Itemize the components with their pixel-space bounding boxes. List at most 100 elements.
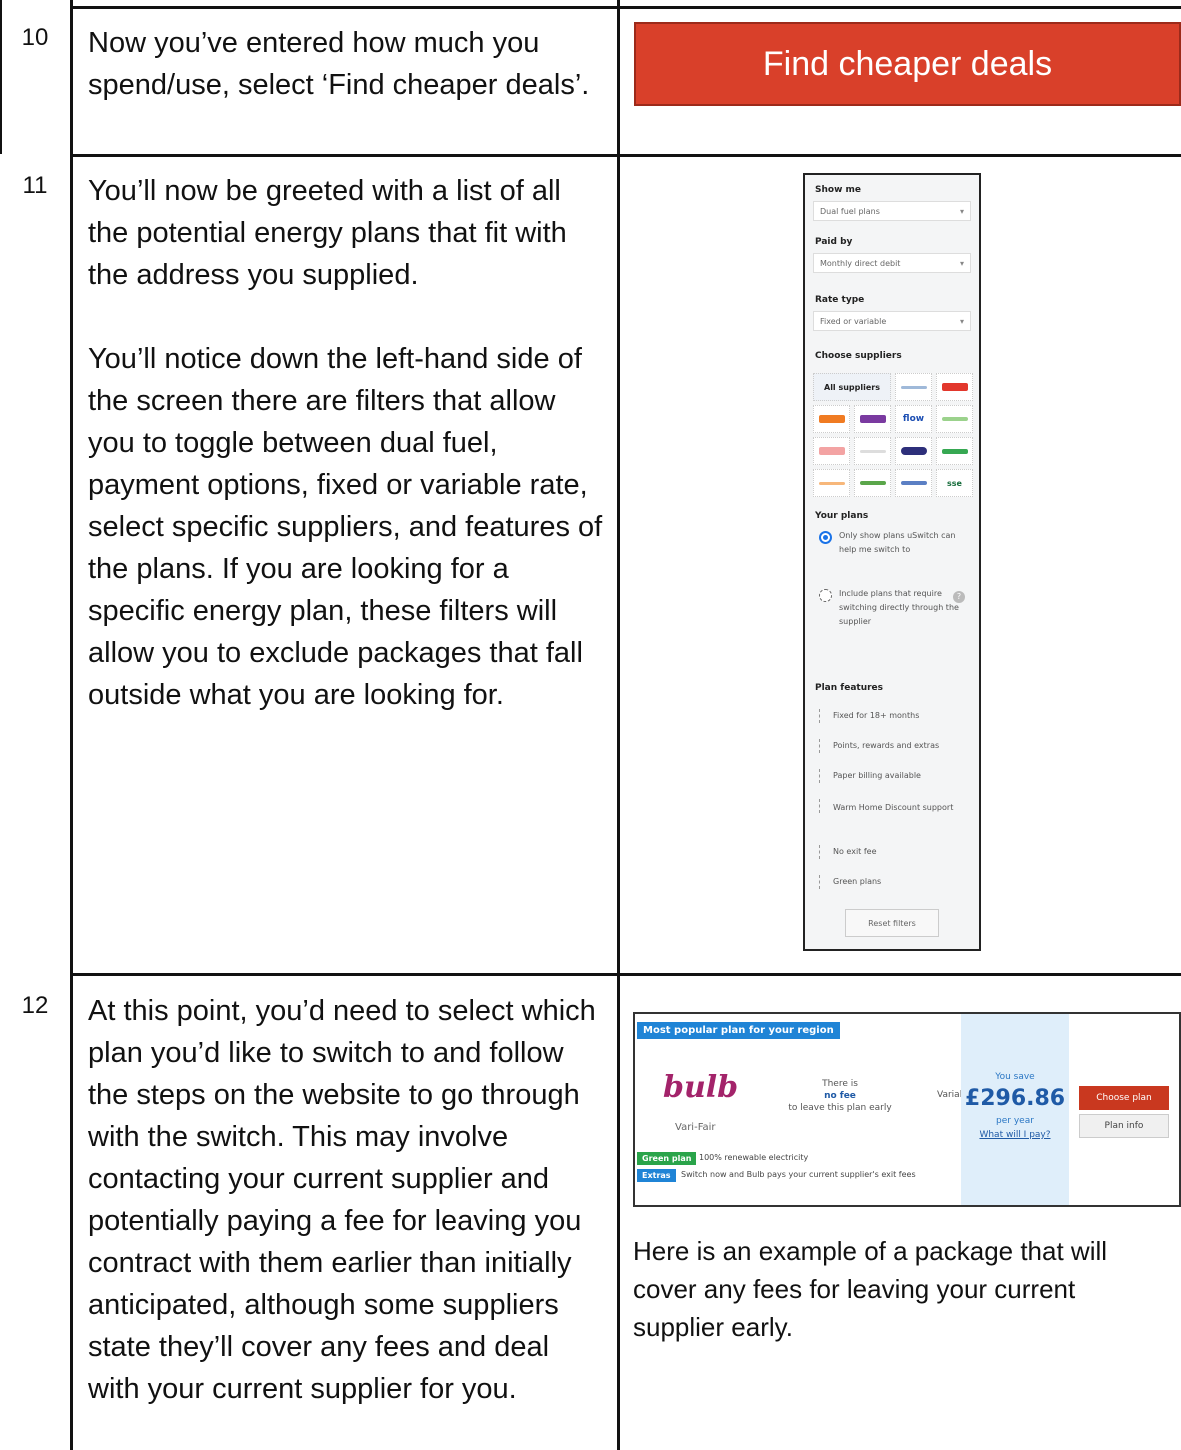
supplier-tile[interactable] xyxy=(854,469,891,497)
supplier-logo xyxy=(941,417,968,421)
supplier-tile[interactable] xyxy=(854,437,891,465)
chevron-down-icon: ▾ xyxy=(959,317,964,326)
feature-checkbox[interactable] xyxy=(819,739,830,753)
show-me-select[interactable]: Dual fuel plans ▾ xyxy=(813,201,971,221)
plans-option-radio[interactable] xyxy=(819,589,832,602)
step-text-12: At this point, you’d need to select whic… xyxy=(88,990,608,1410)
supplier-tile[interactable] xyxy=(854,405,891,433)
filters-panel: Show me Dual fuel plans ▾ Paid by Monthly… xyxy=(803,173,981,951)
reset-filters-button[interactable]: Reset filters xyxy=(845,909,939,937)
table-left-border xyxy=(70,0,73,1450)
supplier-tile[interactable] xyxy=(936,405,973,433)
fee-line-1: There is xyxy=(822,1079,858,1089)
exit-fee-info: There is no fee to leave this plan early xyxy=(775,1078,905,1114)
bulb-logo: bulb xyxy=(663,1070,739,1105)
supplier-logo: flow xyxy=(902,414,925,424)
savings-column: You save £296.86 per year What will I pa… xyxy=(961,1014,1069,1205)
green-plan-text: 100% renewable electricity xyxy=(699,1153,809,1162)
supplier-grid: All suppliers flow sse xyxy=(813,373,973,497)
supplier-tile-all[interactable]: All suppliers xyxy=(813,373,891,401)
supplier-logo xyxy=(859,415,886,423)
plans-option-radio[interactable] xyxy=(819,531,832,544)
show-me-heading: Show me xyxy=(815,185,862,195)
feature-checkbox[interactable] xyxy=(819,799,830,813)
supplier-tile[interactable] xyxy=(895,437,932,465)
supplier-tile[interactable]: sse xyxy=(936,469,973,497)
feature-checkbox[interactable] xyxy=(819,709,830,723)
feature-label: Points, rewards and extras xyxy=(833,741,940,750)
plan-caption: Here is an example of a package that wil… xyxy=(633,1236,1108,1342)
per-year-label: per year xyxy=(996,1116,1034,1126)
choose-suppliers-heading: Choose suppliers xyxy=(815,351,902,361)
you-save-label: You save xyxy=(995,1072,1035,1082)
supplier-logo xyxy=(941,448,968,454)
supplier-tile[interactable]: flow xyxy=(895,405,932,433)
row-divider-1 xyxy=(70,154,1181,157)
extras-tag: Extras xyxy=(637,1169,676,1182)
show-me-value: Dual fuel plans xyxy=(820,207,880,216)
feature-checkbox[interactable] xyxy=(819,875,830,889)
table-middle-border xyxy=(617,0,620,1450)
step-number-11: 11 xyxy=(22,172,48,199)
feature-checkbox[interactable] xyxy=(819,845,830,859)
supplier-logo xyxy=(900,385,927,389)
choose-plan-button[interactable]: Choose plan xyxy=(1079,1086,1169,1110)
popular-plan-tag: Most popular plan for your region xyxy=(637,1022,840,1039)
supplier-tile[interactable] xyxy=(813,405,850,433)
rate-type-select[interactable]: Fixed or variable ▾ xyxy=(813,311,971,331)
supplier-tile[interactable] xyxy=(895,373,932,401)
feature-label: Paper billing available xyxy=(833,771,921,780)
step-10-paragraph: Now you’ve entered how much you spend/us… xyxy=(88,27,590,101)
plans-option-label: Include plans that require switching dir… xyxy=(839,589,959,626)
feature-label: Green plans xyxy=(833,877,882,886)
feature-label: Warm Home Discount support xyxy=(833,803,954,812)
plan-info-button[interactable]: Plan info xyxy=(1079,1114,1169,1138)
plans-option-label: Only show plans uSwitch can help me swit… xyxy=(839,531,956,554)
plan-card: Most popular plan for your region bulb V… xyxy=(633,1012,1181,1207)
step-11-paragraph-2: You’ll notice down the left-hand side of… xyxy=(88,343,603,711)
supplier-logo xyxy=(859,481,886,485)
step-text-10: Now you’ve entered how much you spend/us… xyxy=(88,22,608,106)
supplier-logo xyxy=(900,481,927,485)
supplier-logo xyxy=(900,447,927,455)
plan-features-heading: Plan features xyxy=(815,683,883,693)
supplier-logo xyxy=(859,449,886,453)
fee-line-3: to leave this plan early xyxy=(788,1103,892,1113)
supplier-tile[interactable] xyxy=(895,469,932,497)
fee-line-2: no fee xyxy=(824,1091,856,1101)
chevron-down-icon: ▾ xyxy=(959,207,964,216)
row-divider-top xyxy=(70,6,1181,9)
your-plans-heading: Your plans xyxy=(815,511,869,521)
supplier-tile[interactable] xyxy=(936,437,973,465)
feature-label: Fixed for 18+ months xyxy=(833,711,920,720)
step-12-paragraph: At this point, you’d need to select whic… xyxy=(88,995,596,1405)
extras-text: Switch now and Bulb pays your current su… xyxy=(681,1170,916,1179)
help-icon[interactable]: ? xyxy=(953,591,965,603)
supplier-logo: sse xyxy=(947,478,962,488)
find-cheaper-deals-button[interactable]: Find cheaper deals xyxy=(634,22,1181,106)
what-will-i-pay-link[interactable]: What will I pay? xyxy=(961,1130,1069,1140)
step-text-11: You’ll now be greeted with a list of all… xyxy=(88,170,608,716)
supplier-logo xyxy=(941,383,968,391)
feature-checkbox[interactable] xyxy=(819,769,830,783)
step-number-10: 10 xyxy=(21,24,49,51)
supplier-tile[interactable] xyxy=(936,373,973,401)
step-11-paragraph-1: You’ll now be greeted with a list of all… xyxy=(88,175,567,291)
chevron-down-icon: ▾ xyxy=(959,259,964,268)
rate-type-heading: Rate type xyxy=(815,295,865,305)
green-plan-tag: Green plan xyxy=(637,1152,697,1165)
plan-name: Vari-Fair xyxy=(675,1122,716,1133)
supplier-logo xyxy=(818,415,845,423)
paid-by-select[interactable]: Monthly direct debit ▾ xyxy=(813,253,971,273)
feature-label: No exit fee xyxy=(833,847,877,856)
step-number-12: 12 xyxy=(21,992,49,1019)
row-divider-2 xyxy=(70,973,1181,976)
supplier-tile[interactable] xyxy=(813,469,850,497)
rate-type-value: Fixed or variable xyxy=(820,317,887,326)
supplier-logo xyxy=(818,481,845,485)
paid-by-value: Monthly direct debit xyxy=(820,259,901,268)
supplier-tile[interactable] xyxy=(813,437,850,465)
saving-amount: £296.86 xyxy=(964,1086,1066,1111)
paid-by-heading: Paid by xyxy=(815,237,853,247)
supplier-logo xyxy=(818,447,845,455)
